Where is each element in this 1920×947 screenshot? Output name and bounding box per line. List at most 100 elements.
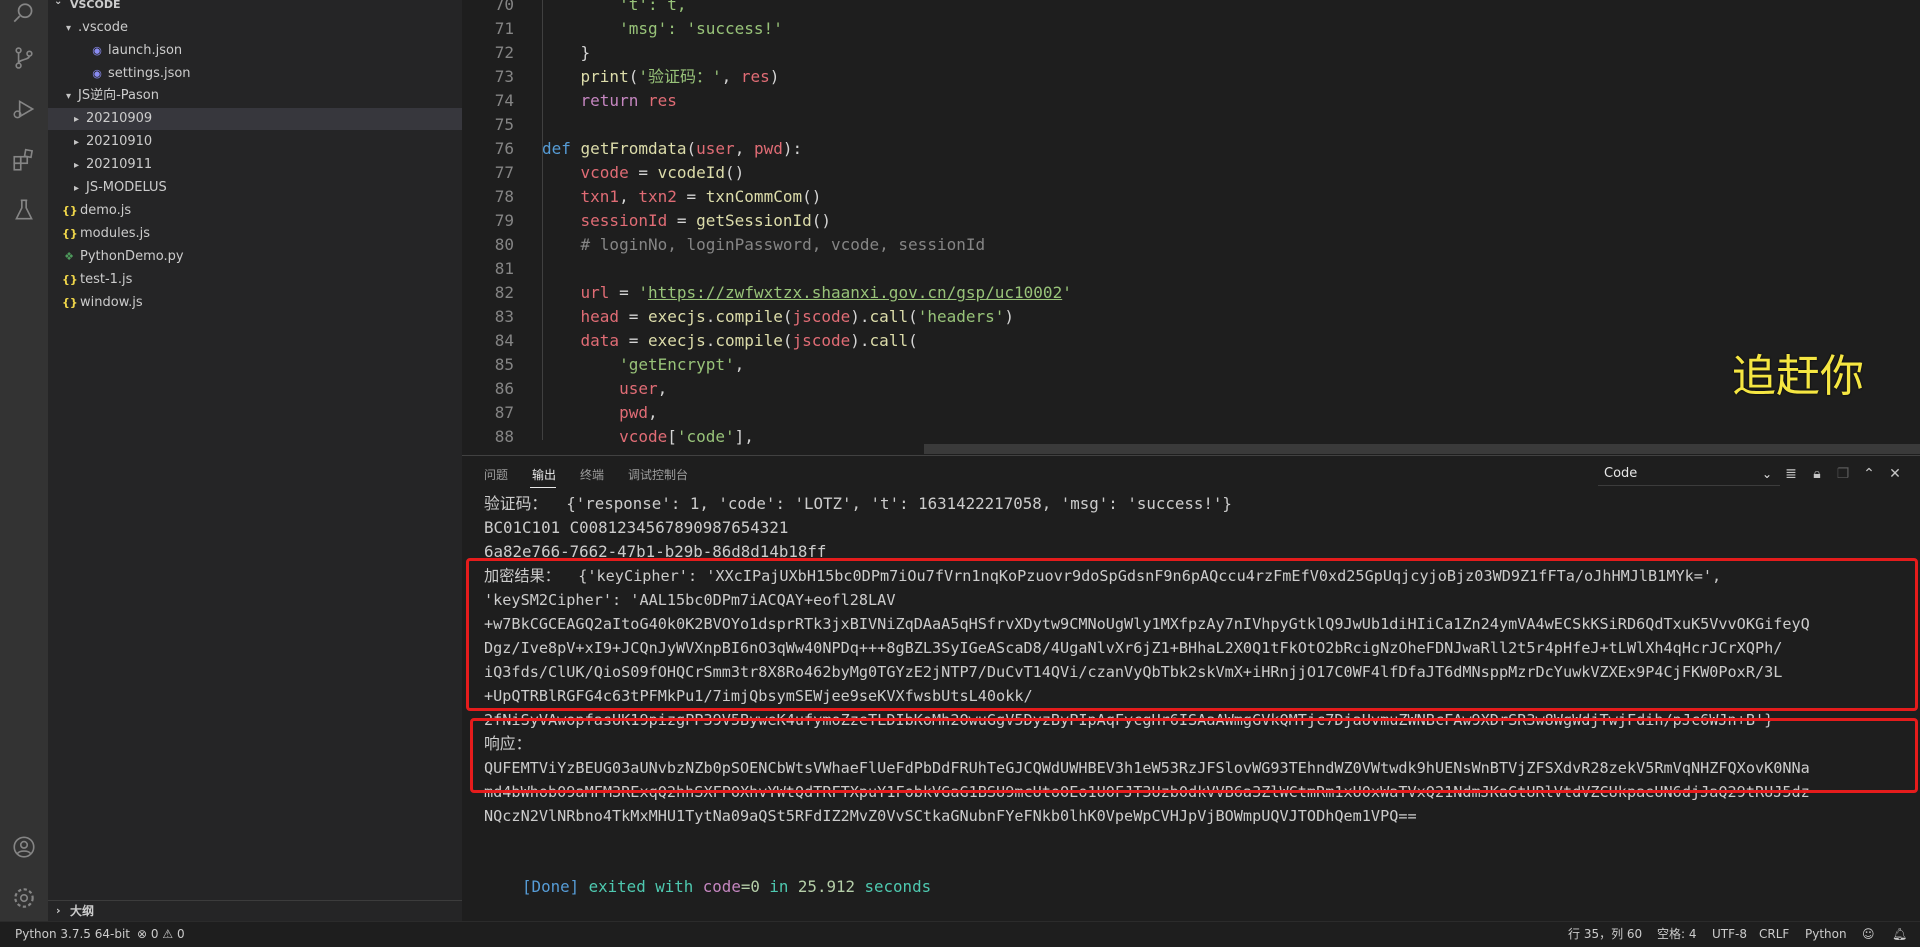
source-control-icon[interactable]	[10, 44, 38, 72]
code-line[interactable]: 83 head = execjs.compile(jscode).call('h…	[462, 305, 1902, 329]
line-number: 87	[494, 403, 514, 422]
tree-item-label: test-1.js	[80, 272, 133, 287]
line-code: }	[542, 41, 591, 65]
code-line[interactable]: 86 user,	[462, 377, 1902, 401]
maximize-panel-icon[interactable]: ⌃	[1860, 465, 1878, 483]
code-editor[interactable]: 70 't': t, 71 'msg': 'success!' 72 } 73 pri…	[462, 0, 1920, 455]
code-token: vcode	[580, 163, 629, 182]
tree-item-label: demo.js	[80, 203, 132, 218]
code-token: .	[705, 307, 716, 326]
problems-summary[interactable]: ⊗ 0 ⚠ 0	[137, 922, 185, 947]
line-number: 88	[494, 427, 514, 446]
language-mode[interactable]: Python	[1805, 922, 1847, 947]
account-icon[interactable]	[10, 833, 38, 861]
code-token: execjs	[647, 331, 706, 350]
tree-folder-20210911[interactable]: ▸ 20210911	[48, 154, 488, 176]
code-line[interactable]: 80 # loginNo, loginPassword, vcode, sess…	[462, 233, 1902, 257]
code-line[interactable]: 87 pwd,	[462, 401, 1902, 425]
code-line[interactable]: 75	[462, 113, 1902, 137]
line-code: print('验证码：', res)	[542, 65, 780, 89]
testing-flask-icon[interactable]	[10, 196, 38, 224]
chevron-right-icon: ▸	[74, 114, 80, 125]
clear-output-icon[interactable]: ≣	[1782, 465, 1800, 483]
tab-terminal[interactable]: 终端	[580, 466, 604, 483]
code-line[interactable]: 76 def getFromdata(user, pwd):	[462, 137, 1902, 161]
code-token: call	[869, 331, 909, 350]
outline-section-header[interactable]: › 大纲	[48, 900, 462, 921]
search-icon[interactable]	[10, 0, 38, 28]
explorer-root-header[interactable]: ⌄ VSCODE	[48, 0, 462, 14]
editor-horizontal-scrollbar[interactable]	[924, 444, 1920, 454]
tree-file-pythondemo-py[interactable]: ❖ PythonDemo.py	[48, 246, 476, 268]
tab-debug-console[interactable]: 调试控制台	[628, 466, 688, 483]
tree-folder-js-nixiang[interactable]: ▾ JS逆向-Pason	[48, 85, 480, 107]
code-line[interactable]: 85 'getEncrypt',	[462, 353, 1902, 377]
tree-folder-vscode[interactable]: ▾ .vscode	[48, 17, 480, 39]
encoding[interactable]: UTF-8	[1712, 922, 1747, 947]
code-token: def	[542, 139, 571, 158]
done-code-value: =0	[740, 877, 760, 896]
lock-scroll-icon[interactable]: 🔒︎	[1808, 465, 1826, 483]
code-line[interactable]: 74 return res	[462, 89, 1902, 113]
line-number: 81	[494, 259, 514, 278]
line-number: 82	[494, 283, 514, 302]
tree-folder-20210909[interactable]: ▸ 20210909	[48, 108, 488, 130]
code-line[interactable]: 70 't': t,	[462, 0, 1902, 17]
code-line[interactable]: 72 }	[462, 41, 1902, 65]
code-line[interactable]: 79 sessionId = getSessionId()	[462, 209, 1902, 233]
line-code: url = 'https://zwfwxtzx.shaanxi.gov.cn/g…	[542, 281, 1072, 305]
code-line[interactable]: 81	[462, 257, 1902, 281]
activity-bar	[0, 0, 48, 921]
notifications-bell-icon[interactable]: 🔔︎	[1892, 922, 1907, 947]
run-debug-icon[interactable]	[10, 95, 38, 123]
code-token: 't': t,	[542, 0, 687, 14]
code-line[interactable]: 73 print('验证码：', res)	[462, 65, 1902, 89]
code-token: ,	[657, 379, 668, 398]
tree-file-window-js[interactable]: {} window.js	[48, 292, 476, 314]
code-token: '验证码：'	[638, 67, 722, 86]
tab-output[interactable]: 输出	[532, 466, 556, 483]
tree-folder-js-modelus[interactable]: ▸ JS-MODELUS	[48, 177, 488, 199]
line-code: txn1, txn2 = txnCommCom()	[542, 185, 822, 209]
code-line[interactable]: 71 'msg': 'success!'	[462, 17, 1902, 41]
end-of-line[interactable]: CRLF	[1759, 922, 1789, 947]
tree-file-launch-json[interactable]: ◉ launch.json	[48, 40, 504, 62]
line-code: data = execjs.compile(jscode).call(	[542, 329, 918, 353]
code-token: execjs	[647, 307, 706, 326]
line-number: 86	[494, 379, 514, 398]
indentation[interactable]: 空格: 4	[1657, 922, 1697, 947]
code-token: compile	[715, 307, 783, 326]
python-interpreter[interactable]: Python 3.7.5 64-bit	[15, 922, 130, 947]
output-line: 验证码： {'response': 1, 'code': 'LOTZ', 't'…	[484, 494, 1232, 513]
copy-icon[interactable]: ❐	[1834, 465, 1852, 483]
tree-file-settings-json[interactable]: ◉ settings.json	[48, 63, 504, 85]
code-line[interactable]: 78 txn1, txn2 = txnCommCom()	[462, 185, 1902, 209]
line-code: user,	[542, 377, 667, 401]
output-channel-select[interactable]: Code ⌄	[1598, 463, 1780, 486]
cursor-position[interactable]: 行 35，列 60	[1568, 922, 1642, 947]
line-code: vcode['code'],	[542, 425, 754, 449]
code-line[interactable]: 77 vcode = vcodeId()	[462, 161, 1902, 185]
code-token: '	[638, 283, 648, 302]
line-code: 'getEncrypt',	[542, 353, 744, 377]
python-file-icon: ❖	[64, 250, 74, 263]
extensions-icon[interactable]	[10, 146, 38, 174]
code-line[interactable]: 82 url = 'https://zwfwxtzx.shaanxi.gov.c…	[462, 281, 1902, 305]
close-panel-icon[interactable]: ✕	[1886, 465, 1904, 483]
tree-file-modules-js[interactable]: {} modules.js	[48, 223, 476, 245]
code-line[interactable]: 84 data = execjs.compile(jscode).call(	[462, 329, 1902, 353]
js-file-icon: {}	[62, 227, 78, 240]
feedback-icon[interactable]: ☺	[1862, 922, 1875, 947]
tab-problems[interactable]: 问题	[484, 466, 508, 483]
js-file-icon: {}	[62, 273, 78, 286]
line-number: 78	[494, 187, 514, 206]
line-number: 79	[494, 211, 514, 230]
tree-file-demo-js[interactable]: {} demo.js	[48, 200, 476, 222]
tree-folder-20210910[interactable]: ▸ 20210910	[48, 131, 488, 153]
code-token: )	[1004, 307, 1015, 326]
tree-file-test-1-js[interactable]: {} test-1.js	[48, 269, 476, 291]
settings-gear-icon[interactable]	[10, 884, 38, 912]
code-token: ,	[721, 67, 741, 86]
